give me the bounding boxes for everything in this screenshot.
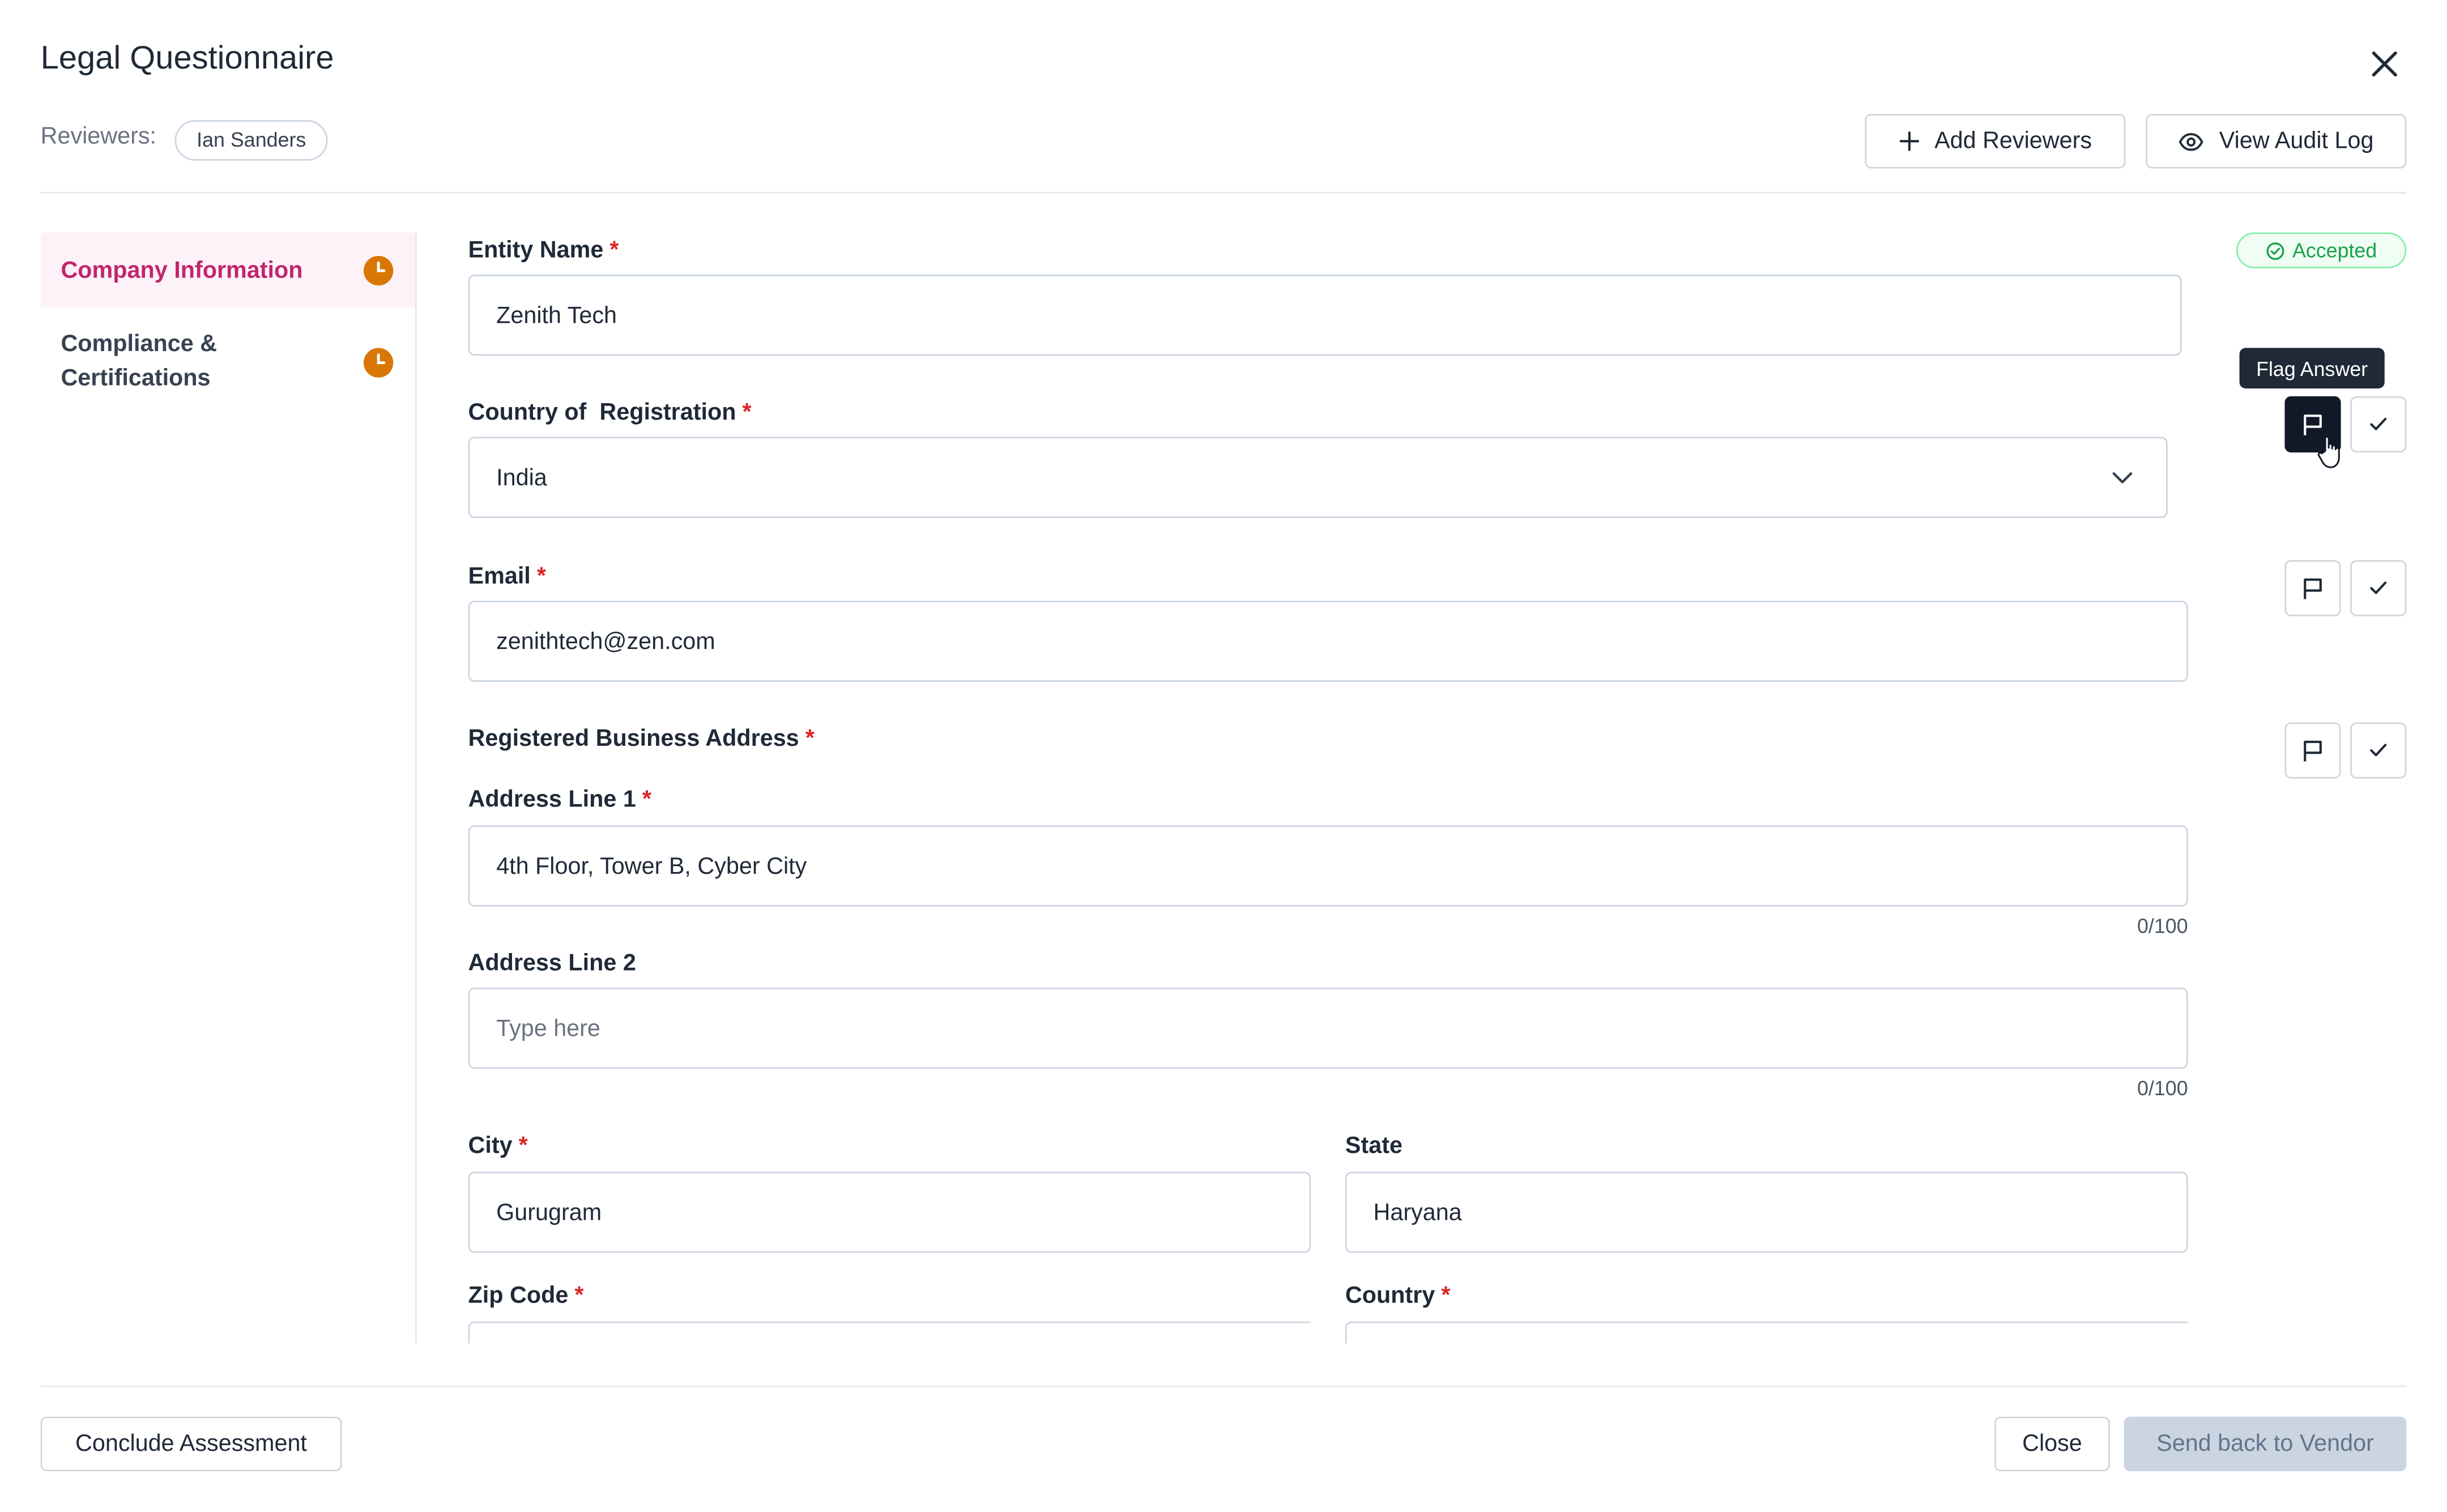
check-icon bbox=[2370, 417, 2387, 430]
check-icon bbox=[2370, 744, 2387, 757]
flag-icon bbox=[2304, 578, 2322, 599]
address-line-1-label: Address Line 1 * bbox=[468, 786, 651, 813]
footer-divider bbox=[40, 1385, 2407, 1387]
sidebar-item-company-information[interactable]: Company Information bbox=[40, 232, 415, 307]
flag-button-email[interactable] bbox=[2284, 560, 2341, 617]
email-label: Email * bbox=[468, 563, 546, 590]
address-line-2-label: Address Line 2 bbox=[468, 950, 636, 977]
sidebar-divider bbox=[415, 232, 417, 1344]
entity-name-label: Entity Name * bbox=[468, 237, 619, 264]
chevron-down-icon bbox=[2112, 471, 2133, 483]
flag-icon bbox=[2304, 740, 2322, 761]
state-input[interactable]: Haryana bbox=[1345, 1172, 2188, 1253]
registered-address-label: Registered Business Address * bbox=[468, 725, 815, 752]
view-audit-log-button[interactable]: View Audit Log bbox=[2146, 114, 2407, 169]
country-field-wrapper bbox=[1345, 1321, 2188, 1344]
flag-button-address[interactable] bbox=[2284, 722, 2341, 779]
clock-icon bbox=[363, 347, 394, 377]
conclude-assessment-button[interactable]: Conclude Assessment bbox=[40, 1416, 342, 1472]
sidebar-item-compliance-certifications[interactable]: Compliance & Certifications bbox=[41, 317, 415, 407]
city-input[interactable]: Gurugram bbox=[468, 1172, 1311, 1253]
header-divider bbox=[40, 191, 2407, 194]
reviewer-chip[interactable]: Ian Sanders bbox=[174, 120, 328, 161]
country-of-registration-label: Country of Registration * bbox=[468, 399, 752, 426]
zip-code-field-wrapper bbox=[468, 1321, 1311, 1344]
add-reviewers-button[interactable]: Add Reviewers bbox=[1865, 114, 2126, 169]
zip-code-label: Zip Code * bbox=[468, 1282, 584, 1309]
dialog-title: Legal Questionnaire bbox=[40, 40, 334, 76]
address-line-2-input[interactable]: Type here bbox=[468, 987, 2188, 1069]
address-line-2-counter: 0/100 bbox=[2137, 1077, 2188, 1100]
close-icon[interactable] bbox=[2363, 42, 2406, 86]
city-label: City * bbox=[468, 1133, 528, 1160]
accept-button-email[interactable] bbox=[2350, 560, 2407, 617]
sidebar-item-label: Compliance & Certifications bbox=[61, 331, 218, 392]
close-button[interactable]: Close bbox=[1994, 1416, 2110, 1472]
email-input[interactable]: zenithtech@zen.com bbox=[468, 600, 2188, 682]
sidebar-item-label: Company Information bbox=[61, 257, 303, 284]
legal-questionnaire-dialog: Legal Questionnaire Reviewers: Ian Sande… bbox=[0, 0, 2447, 1512]
eye-icon bbox=[2179, 132, 2203, 151]
clock-icon bbox=[363, 255, 394, 285]
country-label: Country * bbox=[1345, 1282, 1451, 1309]
reviewers-label: Reviewers: bbox=[40, 123, 157, 150]
flag-answer-tooltip: Flag Answer bbox=[2239, 348, 2385, 389]
hand-cursor-icon bbox=[2317, 435, 2340, 468]
check-circle-icon bbox=[2266, 241, 2284, 259]
flag-icon bbox=[2304, 413, 2322, 435]
accept-button-address[interactable] bbox=[2350, 722, 2407, 779]
plus-icon bbox=[1899, 131, 1919, 151]
view-audit-log-label: View Audit Log bbox=[2219, 127, 2374, 155]
country-of-registration-select[interactable]: India bbox=[468, 437, 2168, 518]
state-label: State bbox=[1345, 1133, 1402, 1160]
accept-button-country[interactable] bbox=[2350, 396, 2407, 452]
add-reviewers-label: Add Reviewers bbox=[1934, 127, 2092, 155]
check-icon bbox=[2370, 581, 2387, 595]
entity-name-input[interactable]: Zenith Tech bbox=[468, 274, 2182, 356]
address-line-1-counter: 0/100 bbox=[2137, 914, 2188, 938]
address-line-1-input[interactable]: 4th Floor, Tower B, Cyber City bbox=[468, 825, 2188, 907]
zip-code-input[interactable] bbox=[468, 1321, 1311, 1344]
send-back-to-vendor-button[interactable]: Send back to Vendor bbox=[2124, 1416, 2407, 1472]
status-badge: Accepted bbox=[2236, 232, 2407, 268]
country-select[interactable] bbox=[1345, 1321, 2188, 1344]
